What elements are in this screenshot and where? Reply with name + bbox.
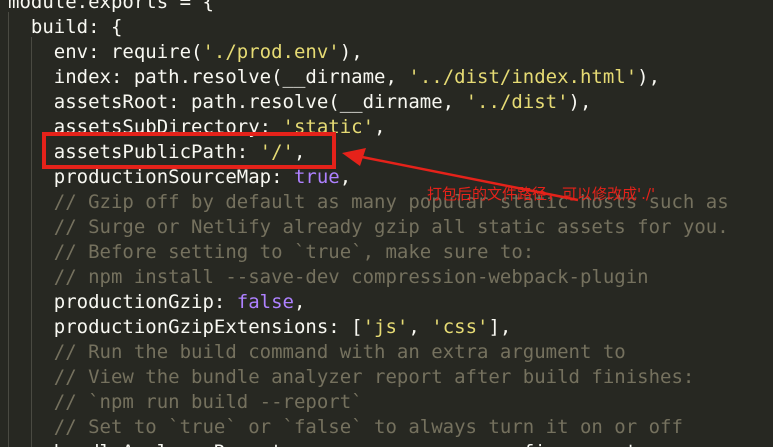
code-line[interactable]: productionGzipExtensions: ['js', 'css'], xyxy=(8,315,512,340)
code-line[interactable]: module.exports = { xyxy=(8,0,214,15)
code-token: , xyxy=(374,116,386,138)
code-line[interactable]: // `npm run build --report` xyxy=(8,390,363,415)
code-token: index: path.resolve(__dirname, xyxy=(8,66,409,88)
code-editor[interactable]: module.exports = { build: { env: require… xyxy=(0,0,773,447)
code-token: // Before setting to `true`, make sure t… xyxy=(8,241,535,263)
code-token: productionSourceMap: xyxy=(8,166,294,188)
code-line[interactable]: build: { xyxy=(8,15,123,40)
code-line[interactable]: // Before setting to `true`, make sure t… xyxy=(8,240,534,265)
annotation-arrow xyxy=(342,148,579,202)
code-line[interactable]: // View the bundle analyzer report after… xyxy=(8,365,695,390)
code-token: bundleAnalyzerReport: process.env.npm_co… xyxy=(8,441,637,447)
code-token: // npm install --save-dev compression-we… xyxy=(8,266,649,288)
code-line[interactable]: productionGzip: false, xyxy=(8,290,306,315)
code-token: ), xyxy=(568,91,592,113)
code-line[interactable]: env: require('./prod.env'), xyxy=(8,40,363,65)
code-token: assetsRoot: path.resolve(__dirname, xyxy=(8,91,466,113)
code-line[interactable]: index: path.resolve(__dirname, '../dist/… xyxy=(8,65,660,90)
code-token: , xyxy=(408,316,432,338)
code-token: // Set to `true` or `false` to always tu… xyxy=(8,416,683,438)
code-token: '../dist' xyxy=(465,91,569,113)
code-token: productionGzipExtensions: [ xyxy=(8,316,363,338)
code-token: 'css' xyxy=(431,316,489,338)
code-line[interactable]: // Set to `true` or `false` to always tu… xyxy=(8,415,683,440)
code-token: true xyxy=(293,166,340,188)
code-line[interactable]: // Run the build command with an extra a… xyxy=(8,340,626,365)
code-line[interactable]: assetsRoot: path.resolve(__dirname, '../… xyxy=(8,90,592,115)
annotation-note: 打包后的文件路径，可以修改成'./' xyxy=(427,185,656,203)
code-token: productionGzip: xyxy=(8,291,237,313)
code-token: // View the bundle analyzer report after… xyxy=(8,366,695,388)
code-token: ), xyxy=(637,66,661,88)
code-token: build: { xyxy=(8,16,123,38)
highlight-box xyxy=(42,132,336,169)
code-line[interactable]: bundleAnalyzerReport: process.env.npm_co… xyxy=(8,440,637,447)
code-token: ), xyxy=(339,41,363,63)
code-token: './prod.env' xyxy=(202,41,340,63)
code-token: , xyxy=(293,291,306,313)
code-token: env: require( xyxy=(8,41,203,63)
code-token: false xyxy=(236,291,294,313)
code-token: '../dist/index.html' xyxy=(408,66,638,88)
code-token: 'js' xyxy=(362,316,409,338)
code-token: // `npm run build --report` xyxy=(8,391,363,413)
code-token: ], xyxy=(488,316,512,338)
code-token: // Run the build command with an extra a… xyxy=(8,341,626,363)
code-line[interactable]: // npm install --save-dev compression-we… xyxy=(8,265,649,290)
code-token: module.exports = { xyxy=(8,0,214,13)
